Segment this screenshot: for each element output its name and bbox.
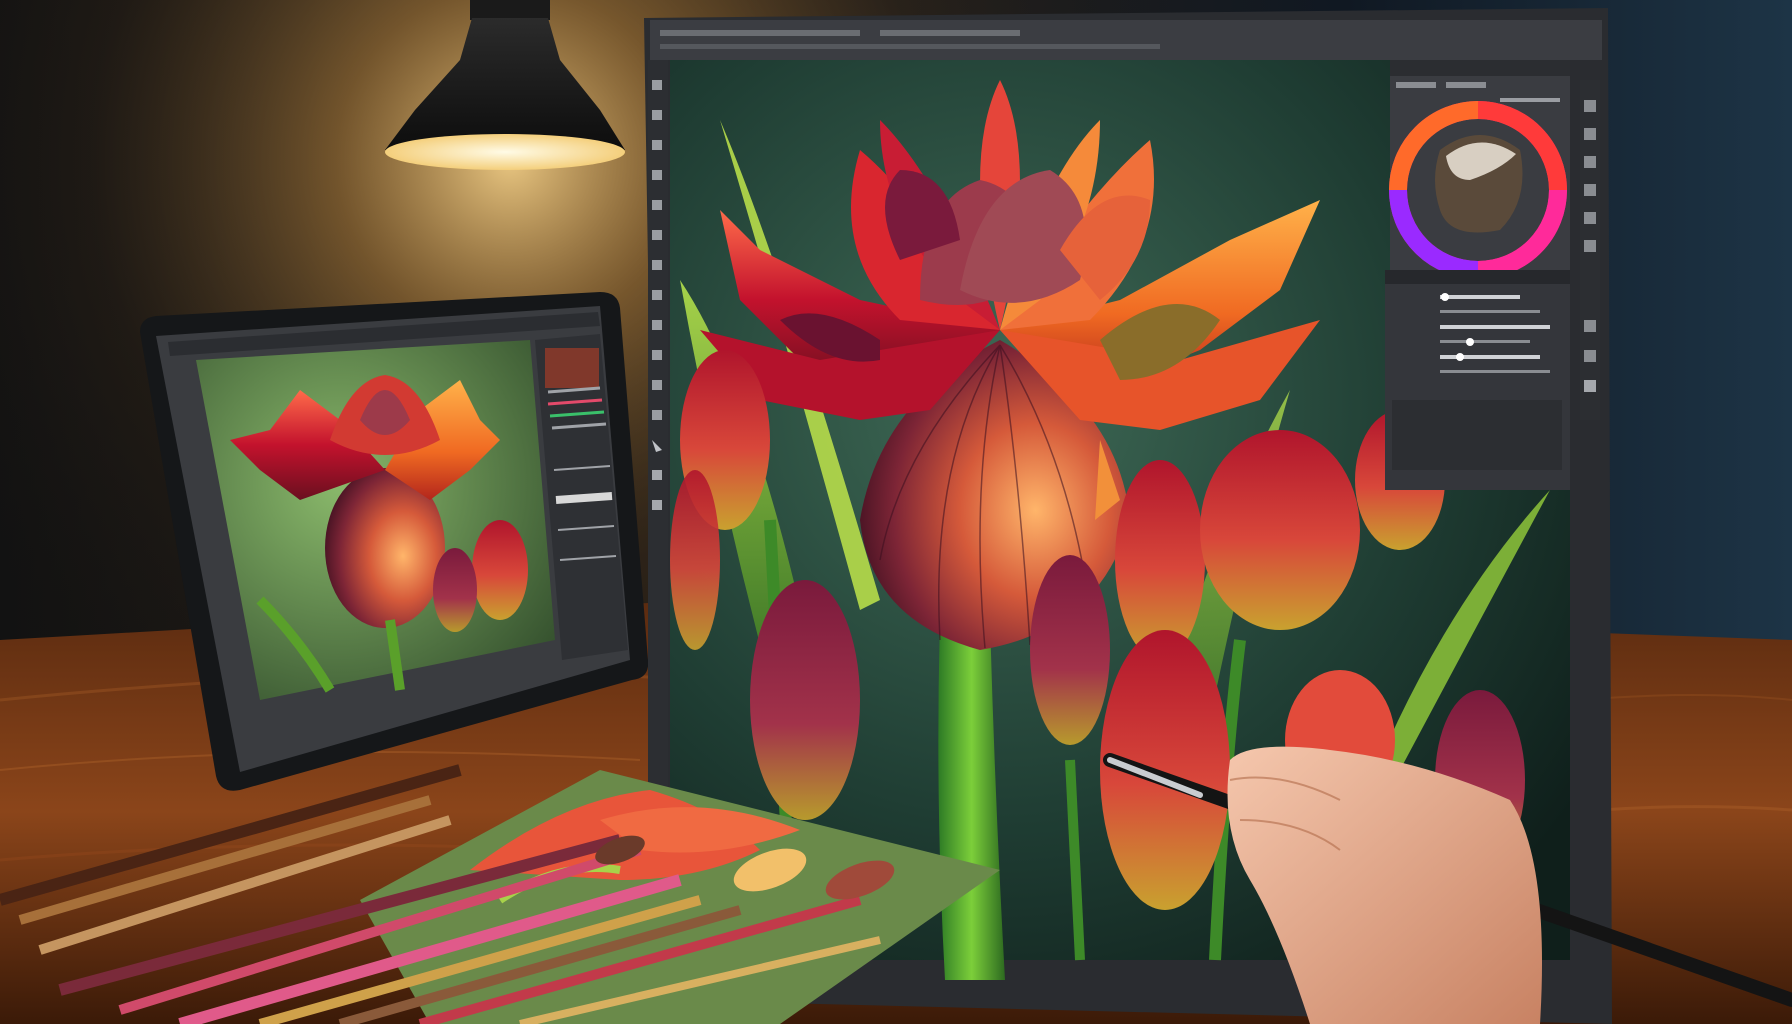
right-tool-column [1580,80,1600,420]
layers-icon[interactable] [1584,380,1596,392]
eyedropper-icon[interactable] [652,470,662,480]
workspace-scene [0,0,1792,1024]
layers-panel [1385,270,1570,490]
scene-illustration [0,0,1792,1024]
eraser-icon[interactable] [652,500,662,510]
